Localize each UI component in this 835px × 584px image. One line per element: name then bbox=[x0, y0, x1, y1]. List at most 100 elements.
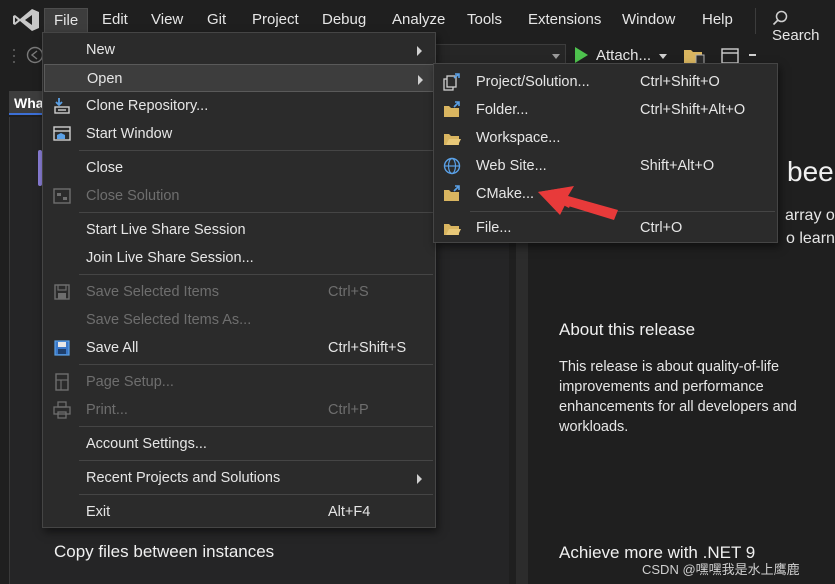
submenu-separator bbox=[470, 211, 775, 212]
menu-item-open[interactable]: Open bbox=[44, 64, 434, 92]
menu-separator bbox=[79, 494, 433, 495]
menu-debug[interactable]: Debug bbox=[322, 11, 366, 28]
menu-separator bbox=[79, 212, 433, 213]
chevron-down-icon bbox=[552, 54, 560, 59]
menu-analyze[interactable]: Analyze bbox=[392, 11, 445, 28]
menu-edit[interactable]: Edit bbox=[102, 11, 128, 28]
cmake-folder-icon bbox=[444, 185, 460, 201]
search-box[interactable]: Search bbox=[772, 10, 835, 44]
left-heading: Copy files between instances bbox=[54, 542, 275, 561]
menu-item-label: Account Settings... bbox=[86, 436, 207, 452]
submenu-item-label: Project/Solution... bbox=[476, 74, 590, 90]
menu-item-join-live-share[interactable]: Join Live Share Session... bbox=[43, 244, 435, 272]
menu-item-print[interactable]: Print... Ctrl+P bbox=[43, 396, 435, 424]
menu-item-label: Join Live Share Session... bbox=[86, 250, 254, 266]
submenu-item-label: Workspace... bbox=[476, 130, 561, 146]
globe-icon bbox=[443, 157, 461, 175]
folder-icon bbox=[444, 101, 460, 117]
menu-item-label: Start Window bbox=[86, 126, 173, 142]
play-icon bbox=[575, 47, 588, 63]
menu-item-start-live-share[interactable]: Start Live Share Session bbox=[43, 216, 435, 244]
about-title: About this release bbox=[559, 320, 696, 339]
save-all-icon bbox=[54, 340, 70, 356]
menu-item-new[interactable]: New bbox=[43, 36, 435, 64]
menu-project[interactable]: Project bbox=[252, 11, 299, 28]
menu-item-account-settings[interactable]: Account Settings... bbox=[43, 430, 435, 458]
print-icon bbox=[53, 401, 71, 419]
menu-item-shortcut: Ctrl+Shift+S bbox=[328, 340, 407, 356]
workspace-icon bbox=[444, 134, 461, 145]
submenu-item-file[interactable]: File... Ctrl+O bbox=[434, 214, 777, 242]
submenu-arrow-icon bbox=[418, 75, 423, 85]
submenu-item-label: CMake... bbox=[476, 186, 535, 202]
project-solution-icon bbox=[443, 73, 460, 91]
menu-item-label: Save Selected Items bbox=[86, 284, 219, 300]
intro-text-line-1: array o bbox=[785, 207, 835, 224]
attach-button[interactable]: Attach... bbox=[575, 47, 651, 64]
menu-item-close[interactable]: Close bbox=[43, 154, 435, 182]
submenu-item-shortcut: Shift+Alt+O bbox=[640, 158, 715, 174]
menu-item-label: Save Selected Items As... bbox=[86, 312, 252, 328]
submenu-item-label: Folder... bbox=[476, 102, 529, 118]
menu-item-shortcut: Ctrl+P bbox=[328, 402, 369, 418]
menu-item-shortcut: Alt+F4 bbox=[328, 504, 371, 520]
submenu-item-shortcut: Ctrl+O bbox=[640, 220, 683, 236]
menu-separator bbox=[79, 460, 433, 461]
submenu-item-project-solution[interactable]: Project/Solution... Ctrl+Shift+O bbox=[434, 68, 777, 96]
file-folder-icon bbox=[444, 224, 461, 235]
menu-item-clone-repository[interactable]: Clone Repository... bbox=[43, 92, 435, 120]
menu-item-label: Exit bbox=[86, 504, 111, 520]
vertical-scrollbar[interactable] bbox=[516, 230, 528, 584]
submenu-item-folder[interactable]: Folder... Ctrl+Shift+Alt+O bbox=[434, 96, 777, 124]
submenu-item-shortcut: Ctrl+Shift+Alt+O bbox=[640, 102, 746, 118]
menu-item-label: Recent Projects and Solutions bbox=[86, 470, 281, 486]
menu-item-label: Close Solution bbox=[86, 188, 180, 204]
submenu-item-web-site[interactable]: Web Site... Shift+Alt+O bbox=[434, 152, 777, 180]
menu-extensions[interactable]: Extensions bbox=[528, 11, 601, 28]
tab-whats-new[interactable]: Wha bbox=[9, 91, 45, 115]
menu-item-label: Save All bbox=[86, 340, 139, 356]
visual-studio-logo-icon[interactable] bbox=[12, 8, 40, 32]
menu-item-recent-projects[interactable]: Recent Projects and Solutions bbox=[43, 464, 435, 492]
attach-label: Attach... bbox=[596, 47, 652, 64]
menu-separator bbox=[79, 364, 433, 365]
menu-help[interactable]: Help bbox=[702, 11, 733, 28]
watermark: CSDN @嘿嘿我是水上鹰鹿 bbox=[642, 562, 800, 577]
menu-item-label: Print... bbox=[86, 402, 128, 418]
menu-item-save-selected[interactable]: Save Selected Items Ctrl+S bbox=[43, 278, 435, 306]
menu-item-save-selected-as[interactable]: Save Selected Items As... bbox=[43, 306, 435, 334]
attach-dropdown-icon[interactable] bbox=[659, 54, 667, 59]
menu-item-exit[interactable]: Exit Alt+F4 bbox=[43, 498, 435, 526]
toolbar-grip-icon bbox=[13, 49, 15, 63]
menu-item-label: Start Live Share Session bbox=[86, 222, 246, 238]
menu-item-close-solution[interactable]: Close Solution bbox=[43, 182, 435, 210]
file-menu: New Open Clone Repository... Start Windo… bbox=[42, 32, 436, 528]
toolbar-overflow-icon[interactable] bbox=[749, 54, 756, 56]
menu-item-label: New bbox=[86, 42, 116, 58]
menu-window[interactable]: Window bbox=[622, 11, 675, 28]
menu-separator bbox=[79, 274, 433, 275]
intro-text-line-2: o learn bbox=[786, 230, 835, 247]
menu-item-label: Close bbox=[86, 160, 124, 176]
submenu-arrow-icon bbox=[417, 46, 422, 56]
submenu-item-cmake[interactable]: CMake... bbox=[434, 180, 777, 208]
page-setup-icon bbox=[55, 373, 69, 391]
menu-git[interactable]: Git bbox=[207, 11, 226, 28]
submenu-arrow-icon bbox=[417, 474, 422, 484]
clone-icon bbox=[54, 98, 70, 114]
menu-tools[interactable]: Tools bbox=[467, 11, 502, 28]
submenu-item-workspace[interactable]: Workspace... bbox=[434, 124, 777, 152]
menu-separator bbox=[79, 150, 433, 151]
menu-item-shortcut: Ctrl+S bbox=[328, 284, 369, 300]
menu-item-page-setup[interactable]: Page Setup... bbox=[43, 368, 435, 396]
submenu-item-label: Web Site... bbox=[476, 158, 547, 174]
submenu-item-label: File... bbox=[476, 220, 512, 236]
menu-item-start-window[interactable]: Start Window bbox=[43, 120, 435, 148]
menu-item-label: Clone Repository... bbox=[86, 98, 209, 114]
submenu-item-shortcut: Ctrl+Shift+O bbox=[640, 74, 720, 90]
open-submenu: Project/Solution... Ctrl+Shift+O Folder.… bbox=[433, 63, 778, 243]
save-icon bbox=[54, 284, 70, 300]
menu-separator bbox=[79, 426, 433, 427]
menu-view[interactable]: View bbox=[151, 11, 183, 28]
menu-item-save-all[interactable]: Save All Ctrl+Shift+S bbox=[43, 334, 435, 362]
